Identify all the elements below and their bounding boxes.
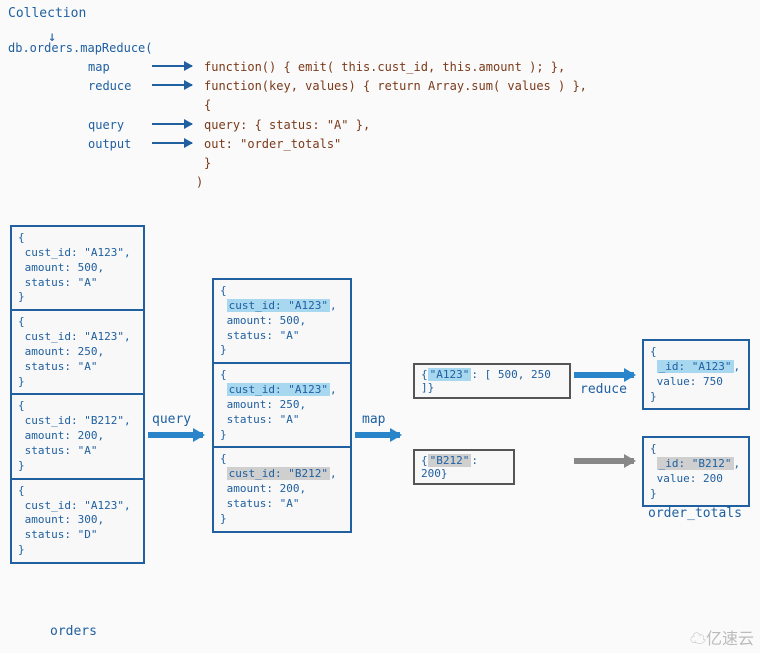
arrow-icon — [152, 142, 192, 144]
param-row-brace: { — [8, 96, 752, 115]
result-doc-a: { _id: "A123", value: 750} — [642, 339, 750, 410]
param-row-output: output out: "order_totals" — [8, 135, 752, 154]
orders-collection-box: { cust_id: "A123", amount: 500, status: … — [10, 225, 145, 564]
param-label-reduce: reduce — [88, 77, 148, 96]
param-body: { — [204, 96, 211, 115]
filtered-doc: { cust_id: "B212", amount: 200, status: … — [214, 448, 350, 530]
query-arrow-icon — [148, 432, 203, 438]
param-body: ) — [196, 173, 203, 192]
totals-caption: order_totals — [648, 506, 742, 521]
orders-caption: orders — [50, 624, 97, 639]
mapped-group-a: {"A123": [ 500, 250 ]} — [413, 363, 571, 399]
code-block: Collection ↓ db.orders.mapReduce( map fu… — [8, 4, 752, 192]
param-row-close: ) — [8, 173, 752, 192]
param-body-reduce: function(key, values) { return Array.sum… — [204, 77, 587, 96]
filtered-collection-box: { cust_id: "A123", amount: 500, status: … — [212, 278, 352, 533]
param-label-output: output — [88, 135, 148, 154]
passthrough-arrow-icon — [574, 458, 634, 464]
mapped-group-b: {"B212": 200} — [413, 449, 515, 485]
param-label-map: map — [88, 58, 148, 77]
map-arrow-icon — [355, 432, 400, 438]
reduce-arrow-icon — [574, 372, 634, 378]
param-body-map: function() { emit( this.cust_id, this.am… — [204, 58, 565, 77]
db-call-line: db.orders.mapReduce( — [8, 39, 752, 58]
param-body-query: query: { status: "A" }, — [204, 116, 370, 135]
param-body-output: out: "order_totals" — [204, 135, 341, 154]
stage-label-query: query — [152, 412, 191, 427]
param-row-map: map function() { emit( this.cust_id, thi… — [8, 58, 752, 77]
order-doc: { cust_id: "A123", amount: 500, status: … — [12, 227, 143, 311]
collection-label: Collection — [8, 4, 752, 25]
param-body: } — [204, 154, 211, 173]
order-doc: { cust_id: "B212", amount: 200, status: … — [12, 395, 143, 479]
watermark: ☁亿速云 — [690, 625, 754, 649]
filtered-doc: { cust_id: "A123", amount: 250, status: … — [214, 364, 350, 448]
param-row-brace2: } — [8, 154, 752, 173]
order-doc: { cust_id: "A123", amount: 250, status: … — [12, 311, 143, 395]
arrow-icon — [152, 123, 192, 125]
param-row-query: query query: { status: "A" }, — [8, 116, 752, 135]
cloud-icon: ☁ — [690, 631, 706, 648]
down-arrow-icon: ↓ — [48, 26, 56, 48]
param-row-reduce: reduce function(key, values) { return Ar… — [8, 77, 752, 96]
stage-label-map: map — [362, 412, 385, 427]
order-doc: { cust_id: "A123", amount: 300, status: … — [12, 480, 143, 562]
stage-label-reduce: reduce — [580, 382, 627, 397]
param-label-query: query — [88, 116, 148, 135]
result-doc-b: { _id: "B212", value: 200} — [642, 436, 750, 507]
arrow-icon — [152, 65, 192, 67]
filtered-doc: { cust_id: "A123", amount: 500, status: … — [214, 280, 350, 364]
arrow-icon — [152, 84, 192, 86]
